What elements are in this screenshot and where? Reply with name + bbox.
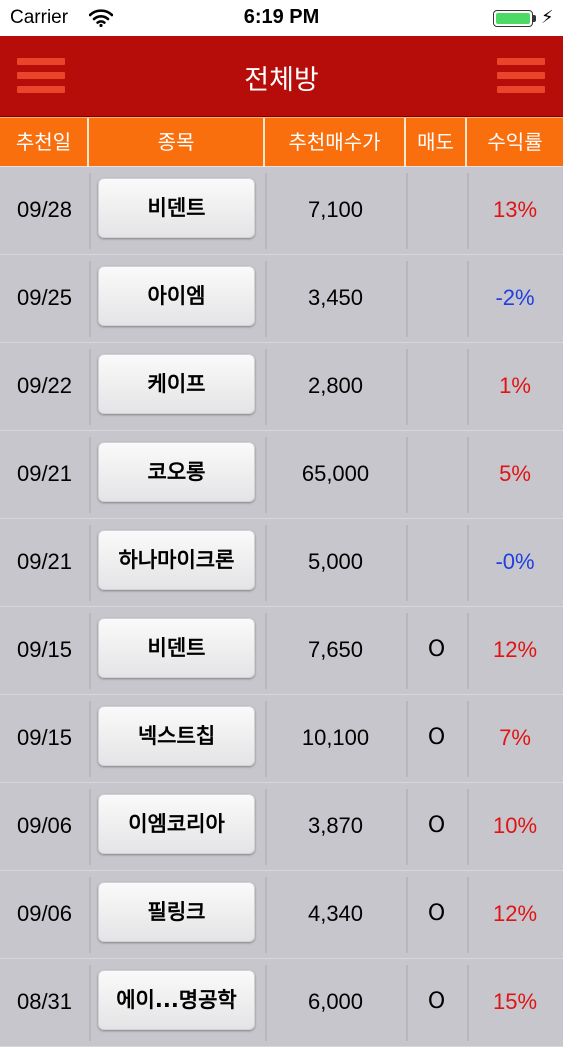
- return-rate: -2%: [495, 285, 535, 310]
- recommend-buy-price: 65,000: [301, 461, 370, 486]
- table-row[interactable]: 09/28 비덴트 7,100 13%: [0, 167, 563, 255]
- return-rate: 12%: [492, 637, 538, 662]
- hamburger-bar: [497, 72, 545, 79]
- right-menu-button[interactable]: [497, 58, 545, 96]
- recommend-buy-price: 2,800: [307, 373, 364, 398]
- recommend-date: 09/21: [16, 461, 73, 486]
- return-rate: 13%: [492, 197, 538, 222]
- recommend-buy-price: 5,000: [307, 549, 364, 574]
- sold-indicator: [406, 167, 467, 255]
- table-row[interactable]: 09/21 하나마이크론 5,000 -0%: [0, 519, 563, 607]
- sold-indicator: O: [427, 989, 446, 1014]
- recommend-date: 09/28: [16, 197, 73, 222]
- battery-icon: [493, 10, 533, 27]
- table-header: 추천일 종목 추천매수가 매도 수익률: [0, 117, 563, 168]
- recommend-date: 09/22: [16, 373, 73, 398]
- recommend-date: 08/31: [16, 989, 73, 1014]
- stock-name-button[interactable]: 아이엠: [98, 266, 255, 326]
- sold-indicator: [406, 343, 467, 431]
- recommend-date: 09/25: [16, 285, 73, 310]
- table-row[interactable]: 09/15 넥스트칩 10,100 O 7%: [0, 695, 563, 783]
- stock-name-button[interactable]: 케이프: [98, 354, 255, 414]
- stock-name-button[interactable]: 필링크: [98, 882, 255, 942]
- sold-indicator: O: [427, 813, 446, 838]
- return-rate: 15%: [492, 989, 538, 1014]
- stock-name-button[interactable]: 비덴트: [98, 618, 255, 678]
- recommend-date: 09/15: [16, 725, 73, 750]
- return-rate: -0%: [495, 549, 535, 574]
- stock-name-button[interactable]: 코오롱: [98, 442, 255, 502]
- column-header-return: 수익률: [487, 130, 543, 154]
- recommend-date: 09/06: [16, 901, 73, 926]
- table-row[interactable]: 09/21 코오롱 65,000 5%: [0, 431, 563, 519]
- table-row[interactable]: 09/25 아이엠 3,450 -2%: [0, 255, 563, 343]
- stock-cell: 이엠코리아: [89, 783, 265, 871]
- battery-tip: [533, 15, 536, 22]
- stock-name-button[interactable]: 넥스트칩: [98, 706, 255, 766]
- stock-cell: 코오롱: [89, 431, 265, 519]
- stock-cell: 필링크: [89, 871, 265, 959]
- stock-cell: 케이프: [89, 343, 265, 431]
- sold-indicator: O: [427, 725, 446, 750]
- stock-name-button[interactable]: 이엠코리아: [98, 794, 255, 854]
- navigation-bar: 전체방: [0, 36, 563, 117]
- column-header-sold: 매도: [406, 118, 467, 168]
- stock-name-button[interactable]: 비덴트: [98, 178, 255, 238]
- sold-indicator: [406, 255, 467, 343]
- charging-bolt-icon: ⚡: [541, 7, 554, 28]
- return-rate: 1%: [499, 373, 531, 398]
- sold-indicator: O: [427, 637, 446, 662]
- table-row[interactable]: 09/06 필링크 4,340 O 12%: [0, 871, 563, 959]
- return-rate: 5%: [499, 461, 531, 486]
- stock-name-button[interactable]: 에이...명공학: [98, 970, 255, 1030]
- stock-cell: 아이엠: [89, 255, 265, 343]
- return-rate: 7%: [499, 725, 531, 750]
- stock-cell: 비덴트: [89, 167, 265, 255]
- return-rate: 12%: [492, 901, 538, 926]
- status-bar: Carrier 6:19 PM ⚡: [0, 0, 563, 36]
- battery-level: [496, 13, 530, 24]
- recommend-buy-price: 7,650: [307, 637, 364, 662]
- table-row[interactable]: 09/06 이엠코리아 3,870 O 10%: [0, 783, 563, 871]
- column-header-date: 추천일: [0, 118, 89, 168]
- return-rate: 10%: [492, 813, 538, 838]
- stock-cell: 하나마이크론: [89, 519, 265, 607]
- table-row[interactable]: 08/31 에이...명공학 6,000 O 15%: [0, 959, 563, 1047]
- hamburger-menu-icon: [497, 58, 545, 65]
- sold-indicator: [406, 431, 467, 519]
- recommend-buy-price: 4,340: [307, 901, 364, 926]
- recommend-date: 09/21: [16, 549, 73, 574]
- recommend-buy-price: 6,000: [307, 989, 364, 1014]
- recommend-buy-price: 7,100: [307, 197, 364, 222]
- table-row[interactable]: 09/22 케이프 2,800 1%: [0, 343, 563, 431]
- column-header-stock: 종목: [89, 118, 265, 168]
- recommend-buy-price: 3,450: [307, 285, 364, 310]
- stock-cell: 에이...명공학: [89, 959, 265, 1047]
- recommend-buy-price: 10,100: [301, 725, 370, 750]
- stock-cell: 비덴트: [89, 607, 265, 695]
- stock-name-button[interactable]: 하나마이크론: [98, 530, 255, 590]
- table-row[interactable]: 09/15 비덴트 7,650 O 12%: [0, 607, 563, 695]
- stock-cell: 넥스트칩: [89, 695, 265, 783]
- page-title: 전체방: [244, 65, 319, 96]
- column-header-price: 추천매수가: [265, 118, 406, 168]
- hamburger-bar: [497, 86, 545, 93]
- recommend-date: 09/15: [16, 637, 73, 662]
- sold-indicator: [406, 519, 467, 607]
- clock: 6:19 PM: [243, 6, 320, 28]
- recommend-date: 09/06: [16, 813, 73, 838]
- recommend-buy-price: 3,870: [307, 813, 364, 838]
- sold-indicator: O: [427, 901, 446, 926]
